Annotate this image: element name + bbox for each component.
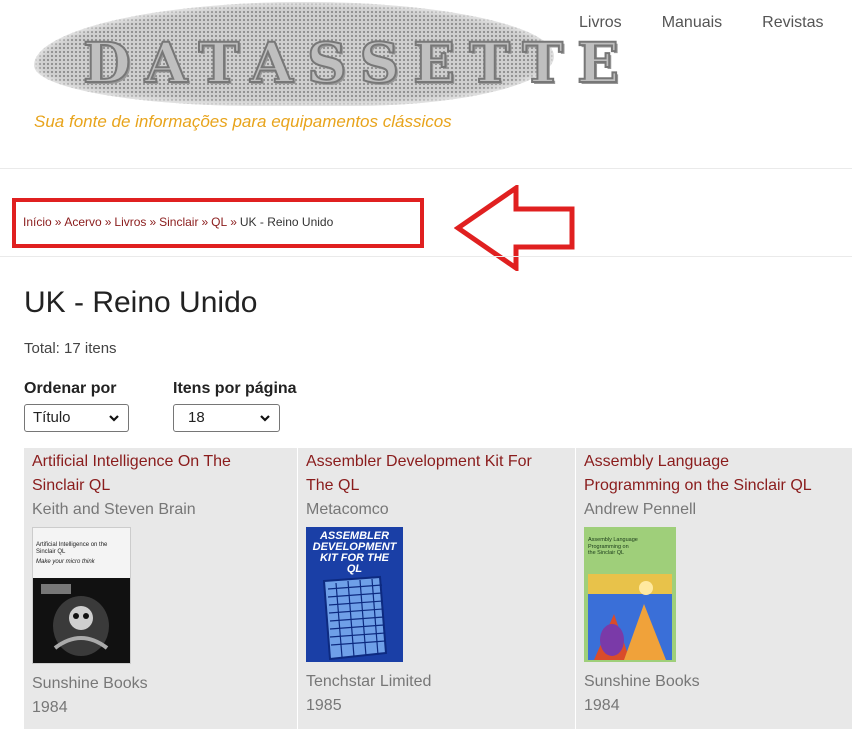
items-grid: Artificial Intelligence On The Sinclair … — [24, 448, 852, 729]
item-author: Metacomco — [306, 501, 389, 518]
breadcrumb-sinclair[interactable]: Sinclair — [159, 215, 198, 229]
cover-art — [322, 575, 388, 661]
breadcrumb-separator: » — [104, 215, 112, 229]
cover-art — [588, 574, 672, 660]
item-count: Total: 17 itens — [24, 340, 117, 357]
sort-select[interactable]: Título — [24, 404, 129, 432]
item-cover-image[interactable]: Assembly Language Programming on the Sin… — [584, 527, 676, 662]
breadcrumb-separator: » — [201, 215, 209, 229]
breadcrumb-livros[interactable]: Livros — [114, 215, 146, 229]
item-year: 1984 — [32, 699, 68, 716]
breadcrumb-acervo[interactable]: Acervo — [64, 215, 101, 229]
sort-select-value: Título — [33, 409, 71, 426]
item-author: Andrew Pennell — [584, 501, 697, 518]
breadcrumb-current: UK - Reino Unido — [239, 215, 334, 229]
perpage-select[interactable]: 18 — [173, 404, 280, 432]
cover-text: the Sinclair QL — [588, 550, 625, 556]
header-divider — [0, 168, 852, 169]
arrow-left-icon — [454, 185, 575, 271]
nav-manuais[interactable]: Manuais — [662, 14, 722, 32]
item-author: Keith and Steven Brain — [32, 501, 196, 518]
item-cover-image[interactable]: ASSEMBLER DEVELOPMENT KIT FOR THE QL — [306, 527, 403, 662]
cover-art — [33, 578, 130, 663]
item-publisher: Tenchstar Limited — [306, 673, 432, 690]
item-title-line1[interactable]: Assembler Development Kit For — [306, 450, 567, 474]
item-cover-image[interactable]: Artificial Intelligence on the Sinclair … — [32, 527, 131, 664]
item-publisher: Sunshine Books — [32, 675, 148, 692]
perpage-label: Itens por página — [173, 380, 297, 397]
item-year: 1985 — [306, 697, 342, 714]
item-year: 1984 — [584, 697, 620, 714]
breadcrumb: Início» Acervo» Livros» Sinclair» QL» UK - Re… — [23, 215, 333, 229]
cover-text: Make your micro think — [36, 559, 95, 565]
breadcrumb-separator: » — [149, 215, 157, 229]
grid-item[interactable]: Assembly Language Programming on the Sin… — [576, 448, 852, 729]
cover-text: Sinclair QL — [36, 549, 66, 555]
nav-revistas[interactable]: Revistas — [762, 14, 823, 32]
item-title-line2[interactable]: Sinclair QL — [32, 474, 289, 498]
page-title: UK - Reino Unido — [24, 286, 258, 319]
site-logo[interactable]: DATASSETTE Sua fonte de informações para… — [28, 0, 633, 140]
item-publisher: Sunshine Books — [584, 673, 700, 690]
grid-item[interactable]: Assembler Development Kit For The QL Met… — [298, 448, 575, 729]
item-title-line2[interactable]: The QL — [306, 474, 567, 498]
breadcrumb-separator: » — [230, 215, 237, 229]
breadcrumb-ql[interactable]: QL — [211, 215, 227, 229]
item-title-line1[interactable]: Assembly Language — [584, 450, 844, 474]
site-tagline: Sua fonte de informações para equipament… — [34, 112, 452, 131]
breadcrumb-separator: » — [54, 215, 62, 229]
breadcrumb-divider — [0, 256, 852, 257]
item-title-line1[interactable]: Artificial Intelligence On The — [32, 450, 289, 474]
chevron-down-icon — [260, 415, 270, 422]
logo-text: DATASSETTE — [82, 29, 633, 96]
main-nav: Livros Manuais Revistas — [579, 14, 852, 32]
grid-item[interactable]: Artificial Intelligence On The Sinclair … — [24, 448, 297, 729]
sort-label: Ordenar por — [24, 380, 117, 397]
breadcrumb-inicio[interactable]: Início — [23, 215, 52, 229]
cover-text: Artificial Intelligence on the — [36, 542, 108, 548]
chevron-down-icon — [109, 415, 119, 422]
perpage-select-value: 18 — [188, 409, 205, 426]
cover-text: QL — [346, 563, 363, 575]
nav-livros[interactable]: Livros — [579, 14, 622, 32]
item-title-line2[interactable]: Programming on the Sinclair QL — [584, 474, 844, 498]
